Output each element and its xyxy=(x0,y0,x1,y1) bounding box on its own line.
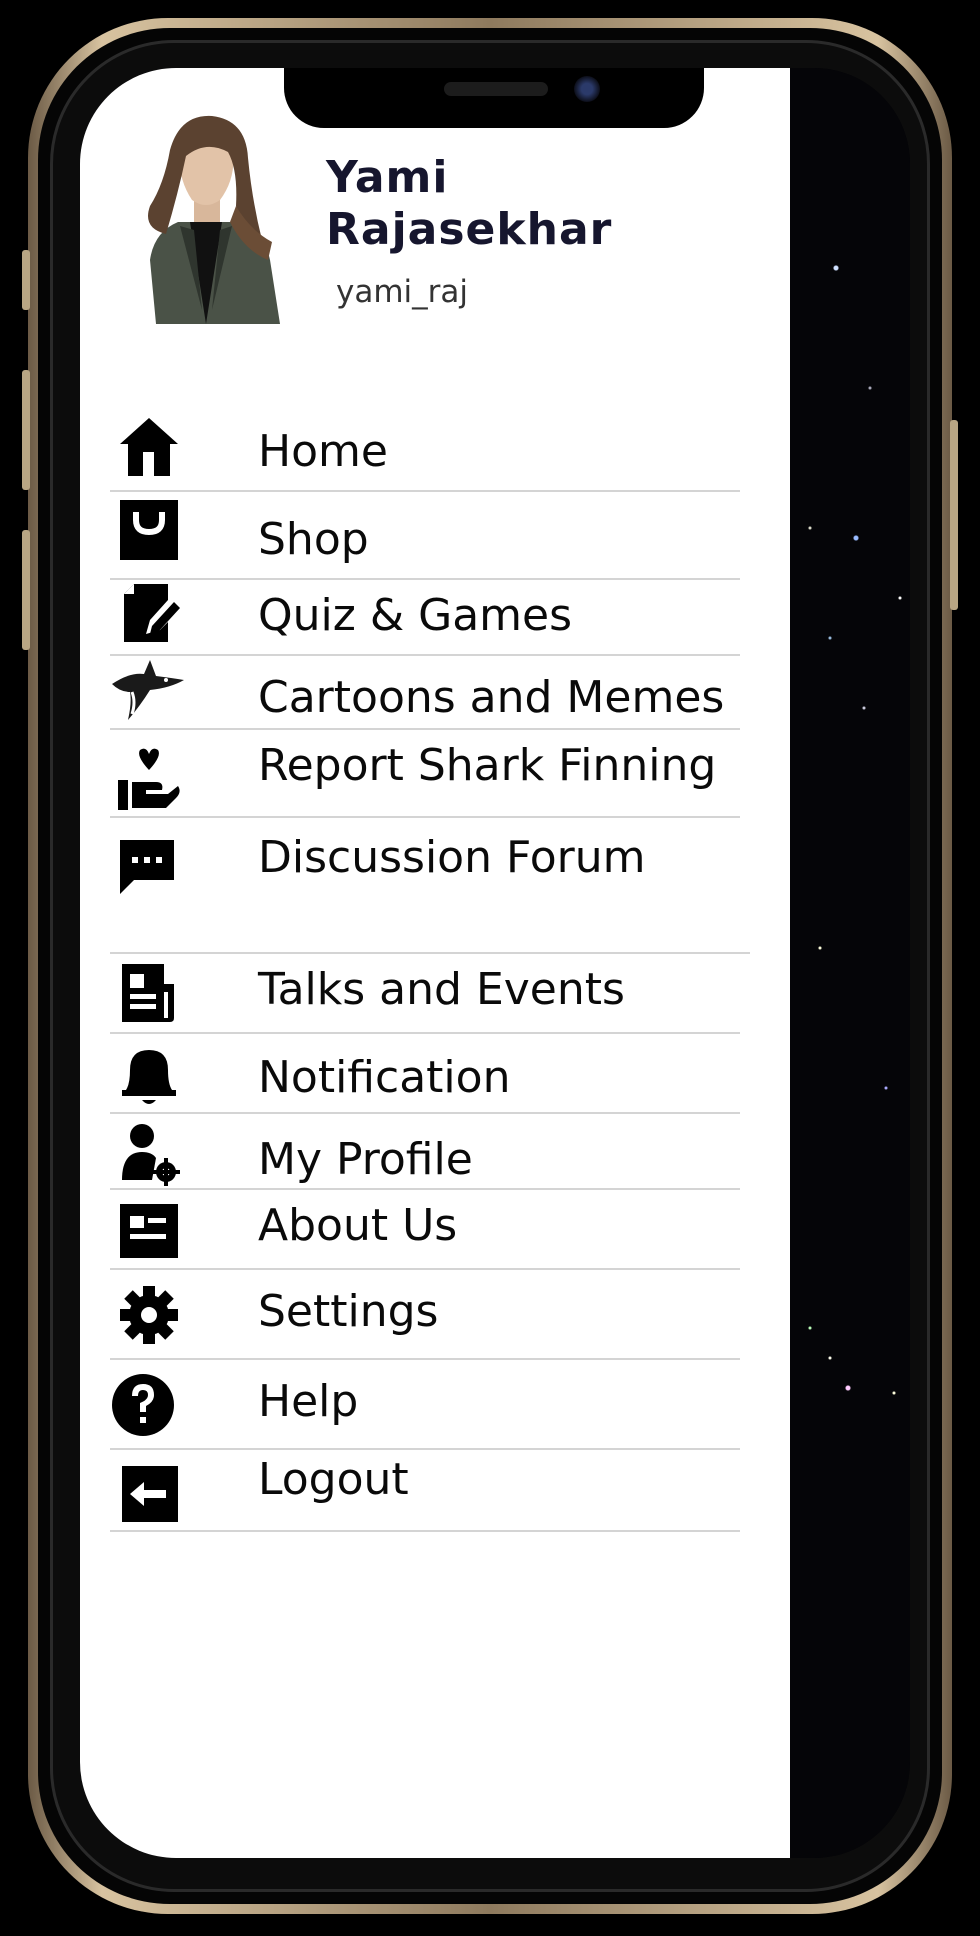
divider xyxy=(110,490,740,492)
menu-item-help[interactable]: Help xyxy=(110,1360,740,1450)
starfield-background xyxy=(790,68,910,1858)
username: yami_raj xyxy=(336,274,469,310)
avatar[interactable] xyxy=(120,110,292,324)
menu-item-my-profile[interactable]: My Profile xyxy=(110,1114,740,1190)
menu-item-shop[interactable]: Shop xyxy=(110,494,740,580)
chat-bubble-icon xyxy=(116,834,182,900)
hand-heart-icon xyxy=(116,746,182,812)
speaker-grille xyxy=(444,82,548,96)
divider xyxy=(110,1530,740,1532)
menu-label-talks-events: Talks and Events xyxy=(258,964,625,1015)
menu-item-talks-events[interactable]: Talks and Events xyxy=(110,954,740,1034)
menu-label-shop: Shop xyxy=(258,514,369,565)
id-card-icon xyxy=(116,1198,182,1264)
home-icon xyxy=(116,414,182,480)
menu-label-report-shark-finning: Report Shark Finning xyxy=(258,740,717,791)
newspaper-icon xyxy=(116,960,182,1026)
help-circle-icon xyxy=(110,1372,176,1438)
menu-item-discussion-forum-content[interactable]: Discussion Forum xyxy=(110,820,740,954)
menu-label-help: Help xyxy=(258,1376,359,1427)
menu-label-about-us: About Us xyxy=(258,1200,458,1251)
bell-icon xyxy=(116,1044,182,1110)
volume-up-button xyxy=(22,370,30,490)
menu-label-settings: Settings xyxy=(258,1286,439,1337)
navigation-drawer: Yami Rajasekhar yami_raj Home Shop Quiz … xyxy=(80,68,790,1858)
divider xyxy=(110,654,740,656)
divider xyxy=(110,816,740,818)
shark-icon xyxy=(110,658,186,724)
user-settings-icon xyxy=(116,1122,182,1188)
user-full-name: Yami Rajasekhar xyxy=(326,152,613,255)
menu-item-about-us[interactable]: About Us xyxy=(110,1190,740,1270)
phone-screen: Yami Rajasekhar yami_raj Home Shop Quiz … xyxy=(80,68,910,1858)
menu-item-report-shark-finning[interactable]: Report Shark Finning xyxy=(110,732,740,818)
menu-label-notification: Notification xyxy=(258,1052,511,1103)
power-button xyxy=(950,420,958,610)
menu-label-quiz-games: Quiz & Games xyxy=(258,590,573,641)
menu-item-quiz-games[interactable]: Quiz & Games xyxy=(110,580,740,656)
menu-item-logout[interactable]: Logout xyxy=(110,1450,740,1532)
notch xyxy=(284,68,704,128)
menu-item-notification[interactable]: Notification xyxy=(110,1034,740,1114)
menu-label-discussion-forum: Discussion Forum xyxy=(258,832,646,883)
menu-label-my-profile: My Profile xyxy=(258,1134,473,1185)
quiz-edit-icon xyxy=(116,580,182,646)
menu-item-cartoons-memes[interactable]: Cartoons and Memes xyxy=(110,658,740,730)
logout-icon xyxy=(116,1460,182,1526)
menu-label-cartoons-memes: Cartoons and Memes xyxy=(258,672,725,723)
volume-down-button xyxy=(22,530,30,650)
silent-switch xyxy=(22,250,30,310)
menu-label-home: Home xyxy=(258,426,388,477)
front-camera xyxy=(574,76,600,102)
menu-item-settings[interactable]: Settings xyxy=(110,1270,740,1360)
menu-item-home[interactable]: Home xyxy=(110,408,740,492)
menu-label-logout: Logout xyxy=(258,1454,409,1505)
shopping-bag-icon xyxy=(116,498,182,564)
gear-icon xyxy=(116,1282,182,1348)
divider xyxy=(110,728,740,730)
